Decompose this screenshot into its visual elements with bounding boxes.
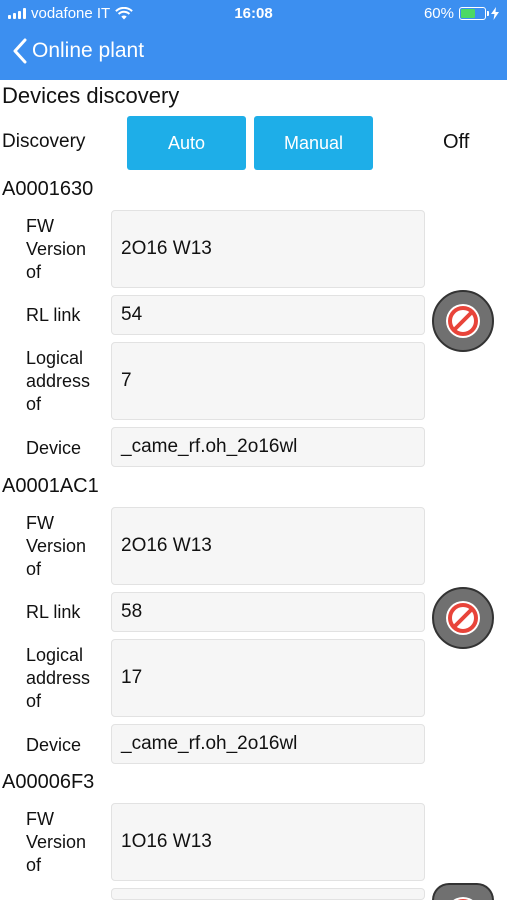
device-id: A00006F3 bbox=[2, 771, 95, 793]
device-field[interactable]: _came_rf.oh_2o16wl bbox=[111, 427, 425, 467]
page-title: Devices discovery bbox=[2, 83, 180, 108]
back-button[interactable]: Online plant bbox=[12, 38, 144, 64]
nav-title: Online plant bbox=[32, 39, 145, 62]
block-device-button[interactable] bbox=[432, 883, 494, 900]
rl-link-field[interactable] bbox=[111, 888, 425, 900]
device-label: Device bbox=[26, 438, 82, 458]
fw-version-field[interactable]: 2O16 W13 bbox=[111, 507, 425, 585]
block-icon bbox=[453, 897, 473, 900]
discovery-status: Off bbox=[443, 131, 470, 153]
logical-address-label: Logical address of bbox=[26, 645, 91, 711]
logical-address-field[interactable]: 7 bbox=[111, 342, 425, 420]
rl-link-label: RL link bbox=[26, 305, 81, 325]
device-id: A0001630 bbox=[2, 178, 94, 200]
logical-address-field[interactable]: 17 bbox=[111, 639, 425, 717]
fw-version-field[interactable]: 2O16 W13 bbox=[111, 210, 425, 288]
logical-address-label: Logical address of bbox=[26, 348, 91, 414]
block-device-button[interactable] bbox=[432, 587, 494, 649]
battery-percent: 60% bbox=[423, 5, 454, 22]
battery-icon bbox=[459, 7, 489, 20]
navigation-bar: Online plant bbox=[0, 28, 507, 80]
block-icon bbox=[446, 304, 480, 338]
fw-version-field[interactable]: 1O16 W13 bbox=[111, 803, 425, 881]
rl-link-field[interactable]: 54 bbox=[111, 295, 425, 335]
device-field[interactable]: _came_rf.oh_2o16wl bbox=[111, 724, 425, 764]
manual-button[interactable]: Manual bbox=[254, 116, 373, 170]
block-icon bbox=[446, 601, 480, 635]
auto-button[interactable]: Auto bbox=[127, 116, 246, 170]
discovery-label: Discovery bbox=[2, 131, 86, 152]
device-id: A0001AC1 bbox=[2, 475, 99, 497]
rl-link-field[interactable]: 58 bbox=[111, 592, 425, 632]
discovery-controls: Discovery Auto Manual Off bbox=[0, 116, 507, 170]
status-bar: vodafone IT 16:08 60% bbox=[0, 0, 507, 28]
device-label: Device bbox=[26, 735, 82, 755]
fw-version-label: FW Version of bbox=[26, 216, 87, 282]
block-device-button[interactable] bbox=[432, 290, 494, 352]
rl-link-label: RL link bbox=[26, 602, 81, 622]
fw-version-label: FW Version of bbox=[26, 513, 87, 579]
charging-icon bbox=[491, 7, 499, 20]
chevron-left-icon bbox=[13, 38, 27, 64]
fw-version-label: FW Version of bbox=[26, 809, 87, 875]
